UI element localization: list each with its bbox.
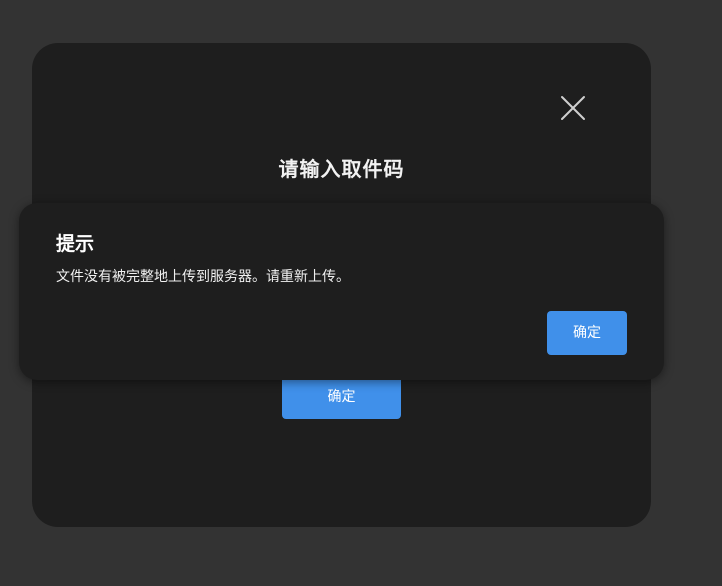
alert-message: 文件没有被完整地上传到服务器。请重新上传。 xyxy=(56,269,350,285)
close-icon xyxy=(561,96,585,120)
dialog-title: 请输入取件码 xyxy=(278,157,405,181)
dialog-confirm-button[interactable]: 确定 xyxy=(282,376,401,419)
alert-confirm-button[interactable]: 确定 xyxy=(547,311,627,355)
close-button[interactable] xyxy=(558,93,588,123)
alert-title: 提示 xyxy=(56,233,95,255)
alert-dialog: 提示 文件没有被完整地上传到服务器。请重新上传。 确定 xyxy=(19,203,664,380)
page-overlay: 请输入取件码 确定 提示 文件没有被完整地上传到服务器。请重新上传。 确定 xyxy=(0,0,722,586)
